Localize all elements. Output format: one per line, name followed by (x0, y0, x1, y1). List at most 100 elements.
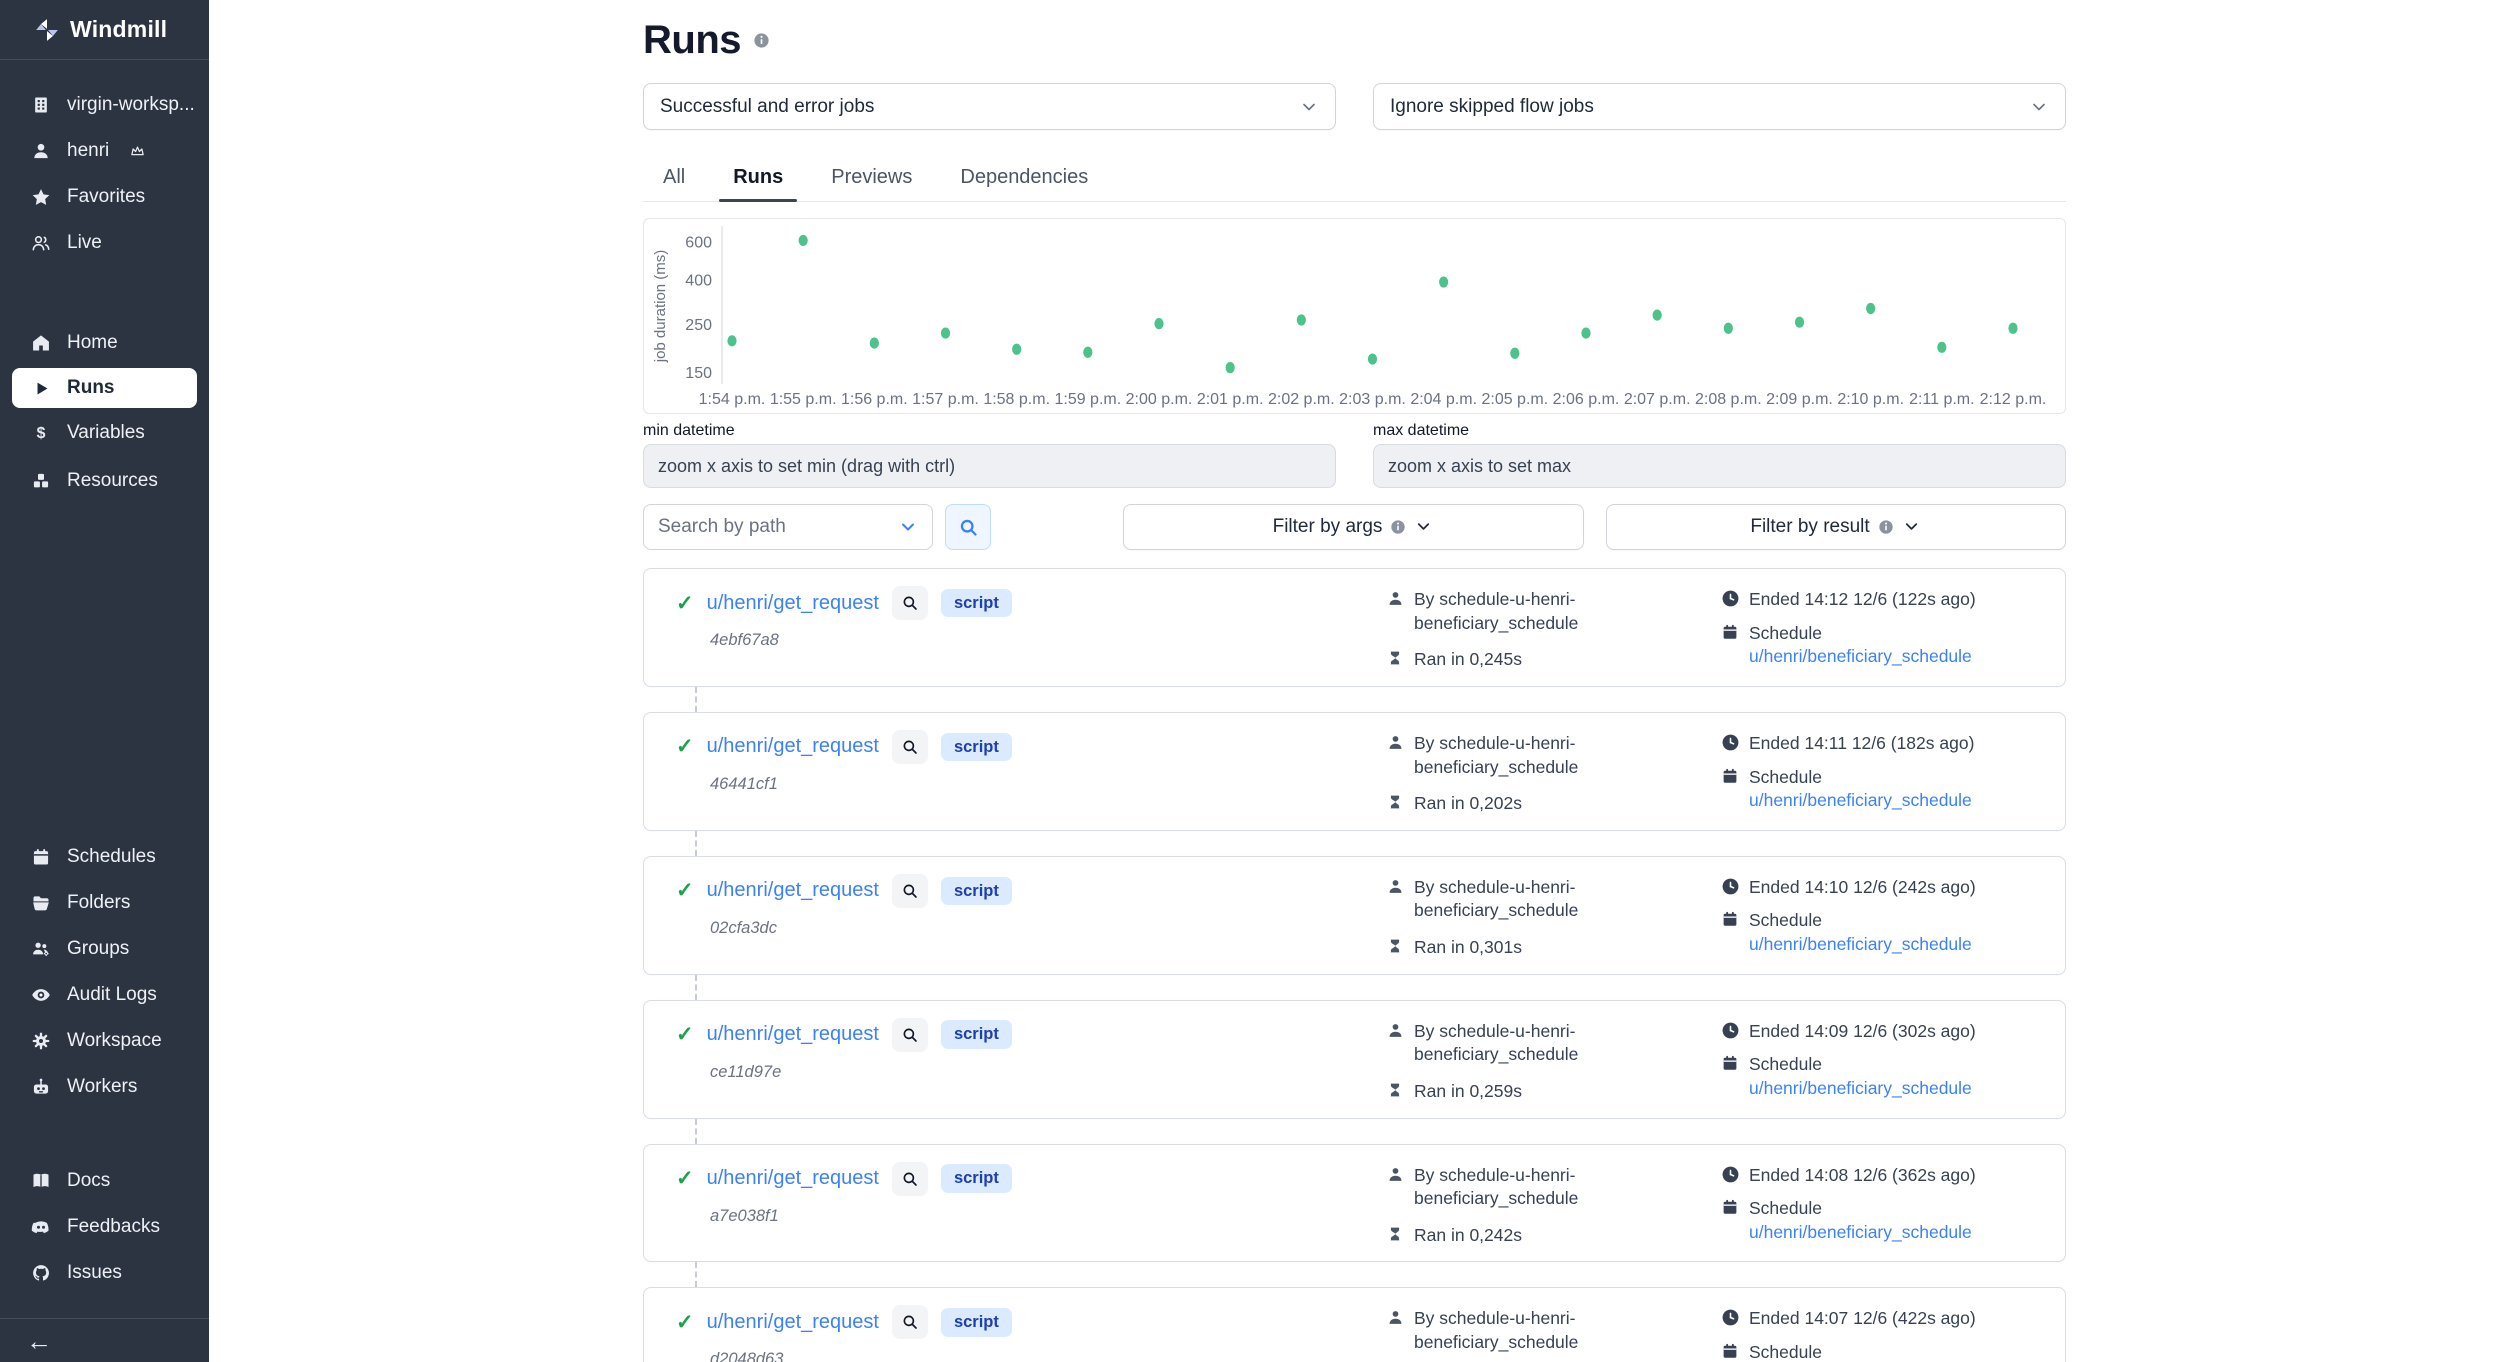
svg-text:2:05 p.m.: 2:05 p.m. (1481, 391, 1548, 408)
clock-icon (1721, 589, 1740, 608)
run-triggered-by: By schedule-u-henri-beneficiary_schedule (1414, 876, 1614, 923)
sidebar-item-feedbacks[interactable]: Feedbacks (0, 1204, 209, 1250)
run-duration: Ran in 0,245s (1414, 648, 1522, 672)
run-detail-search-button[interactable] (892, 874, 928, 908)
svg-text:2:02 p.m.: 2:02 p.m. (1268, 391, 1335, 408)
run-row[interactable]: ✓ u/henri/get_request script d2048d63 (643, 1287, 2066, 1362)
calendar-icon (1721, 623, 1740, 642)
sidebar-item-workspace-settings[interactable]: Workspace (0, 1018, 209, 1064)
run-duration: Ran in 0,202s (1414, 792, 1522, 816)
schedule-path-link[interactable]: u/henri/beneficiary_schedule (1749, 934, 1972, 954)
job-duration-chart[interactable]: job duration (ms)1502504006001:54 p.m.1:… (643, 218, 2066, 414)
success-check-icon: ✓ (676, 1312, 694, 1333)
title-info-icon[interactable] (753, 32, 770, 49)
run-path-link[interactable]: u/henri/get_request (707, 592, 879, 615)
run-path-link[interactable]: u/henri/get_request (707, 1311, 879, 1334)
schedule-label: Schedule (1749, 623, 1822, 643)
sidebar-item-home[interactable]: Home (0, 320, 209, 366)
job-status-select[interactable]: Successful and error jobs (643, 83, 1336, 130)
run-path-link[interactable]: u/henri/get_request (707, 1023, 879, 1046)
sidebar-item-user[interactable]: henri (0, 128, 209, 174)
schedule-label: Schedule (1749, 1054, 1822, 1074)
run-row[interactable]: ✓ u/henri/get_request script ce11d97e (643, 1000, 2066, 1119)
max-datetime-input[interactable] (1373, 444, 2066, 488)
tab-previews[interactable]: Previews (829, 158, 914, 201)
max-datetime-label: max datetime (1373, 422, 2066, 440)
brand-name: Windmill (70, 16, 167, 43)
sidebar-item-live[interactable]: Live (0, 220, 209, 266)
crown-icon (130, 144, 145, 159)
tab-all[interactable]: All (661, 158, 687, 201)
sidebar-item-favorites[interactable]: Favorites (0, 174, 209, 220)
run-path-link[interactable]: u/henri/get_request (707, 1167, 879, 1190)
tab-dependencies[interactable]: Dependencies (958, 158, 1090, 201)
script-badge: script (941, 589, 1012, 618)
sidebar-item-workers[interactable]: Workers (0, 1064, 209, 1110)
run-id: ce11d97e (710, 1063, 1386, 1082)
run-row[interactable]: ✓ u/henri/get_request script 46441cf1 (643, 712, 2066, 831)
script-badge: script (941, 1308, 1012, 1337)
sidebar-item-schedules[interactable]: Schedules (0, 834, 209, 880)
sidebar-item-variables[interactable]: $ Variables (0, 410, 209, 456)
star-icon (30, 186, 52, 208)
svg-text:250: 250 (685, 317, 712, 334)
filter-by-args-button[interactable]: Filter by args (1123, 504, 1584, 550)
run-path-link[interactable]: u/henri/get_request (707, 879, 879, 902)
sidebar-item-folders[interactable]: Folders (0, 880, 209, 926)
filter-by-result-button[interactable]: Filter by result (1606, 504, 2066, 550)
search-by-path-select[interactable]: Search by path (643, 504, 933, 550)
run-row[interactable]: ✓ u/henri/get_request script 4ebf67a8 (643, 568, 2066, 687)
calendar-icon (1721, 1054, 1740, 1073)
tab-runs[interactable]: Runs (731, 158, 785, 201)
sidebar-item-groups[interactable]: Groups (0, 926, 209, 972)
sidebar-item-audit-logs[interactable]: Audit Logs (0, 972, 209, 1018)
sidebar-item-workspace[interactable]: virgin-worksp... (0, 82, 209, 128)
chevron-down-icon (2029, 97, 2049, 117)
book-icon (30, 1170, 52, 1192)
schedule-path-link[interactable]: u/henri/beneficiary_schedule (1749, 1222, 1972, 1242)
svg-text:1:55 p.m.: 1:55 p.m. (770, 391, 837, 408)
app-root: Windmill virgin-worksp... henri (0, 0, 2500, 1362)
users-icon (30, 232, 52, 254)
run-path-link[interactable]: u/henri/get_request (707, 735, 879, 758)
run-row[interactable]: ✓ u/henri/get_request script 02cfa3dc (643, 856, 2066, 975)
svg-text:2:06 p.m.: 2:06 p.m. (1553, 391, 1620, 408)
skipped-flow-select[interactable]: Ignore skipped flow jobs (1373, 83, 2066, 130)
clock-icon (1721, 1021, 1740, 1040)
search-icon (901, 882, 919, 900)
boxes-icon (30, 470, 52, 492)
runs-tabs: All Runs Previews Dependencies (643, 158, 2066, 202)
run-detail-search-button[interactable] (892, 730, 928, 764)
run-ended-time: Ended 14:07 12/6 (422s ago) (1749, 1307, 1976, 1331)
schedule-path-link[interactable]: u/henri/beneficiary_schedule (1749, 646, 1972, 666)
run-row[interactable]: ✓ u/henri/get_request script a7e038f1 (643, 1144, 2066, 1263)
calendar-icon (1721, 1198, 1740, 1217)
sidebar-item-docs[interactable]: Docs (0, 1158, 209, 1204)
svg-text:1:56 p.m.: 1:56 p.m. (841, 391, 908, 408)
schedule-path-link[interactable]: u/henri/beneficiary_schedule (1749, 1078, 1972, 1098)
clock-icon (1721, 877, 1740, 896)
search-button[interactable] (945, 504, 991, 550)
run-detail-search-button[interactable] (892, 1018, 928, 1052)
svg-text:2:10 p.m.: 2:10 p.m. (1837, 391, 1904, 408)
svg-text:2:03 p.m.: 2:03 p.m. (1339, 391, 1406, 408)
schedule-path-link[interactable]: u/henri/beneficiary_schedule (1749, 790, 1972, 810)
run-detail-search-button[interactable] (892, 1162, 928, 1196)
svg-text:job duration (ms): job duration (ms) (652, 250, 669, 364)
sidebar-item-runs[interactable]: Runs (12, 368, 197, 408)
runs-list: ✓ u/henri/get_request script 4ebf67a8 (643, 568, 2066, 1362)
hourglass-icon (1386, 649, 1405, 668)
run-triggered-by: By schedule-u-henri-beneficiary_schedule (1414, 1164, 1614, 1211)
run-detail-search-button[interactable] (892, 586, 928, 620)
hourglass-icon (1386, 937, 1405, 956)
min-datetime-input[interactable] (643, 444, 1336, 488)
sidebar-item-issues[interactable]: Issues (0, 1250, 209, 1296)
run-detail-search-button[interactable] (892, 1305, 928, 1339)
brand-row[interactable]: Windmill (0, 0, 209, 60)
sidebar-item-resources[interactable]: Resources (0, 458, 209, 504)
collapse-sidebar-arrow-icon[interactable]: ← (26, 1328, 52, 1354)
svg-text:1:57 p.m.: 1:57 p.m. (912, 391, 979, 408)
success-check-icon: ✓ (676, 1024, 694, 1045)
calendar-icon (1721, 910, 1740, 929)
user-icon (1386, 733, 1405, 752)
